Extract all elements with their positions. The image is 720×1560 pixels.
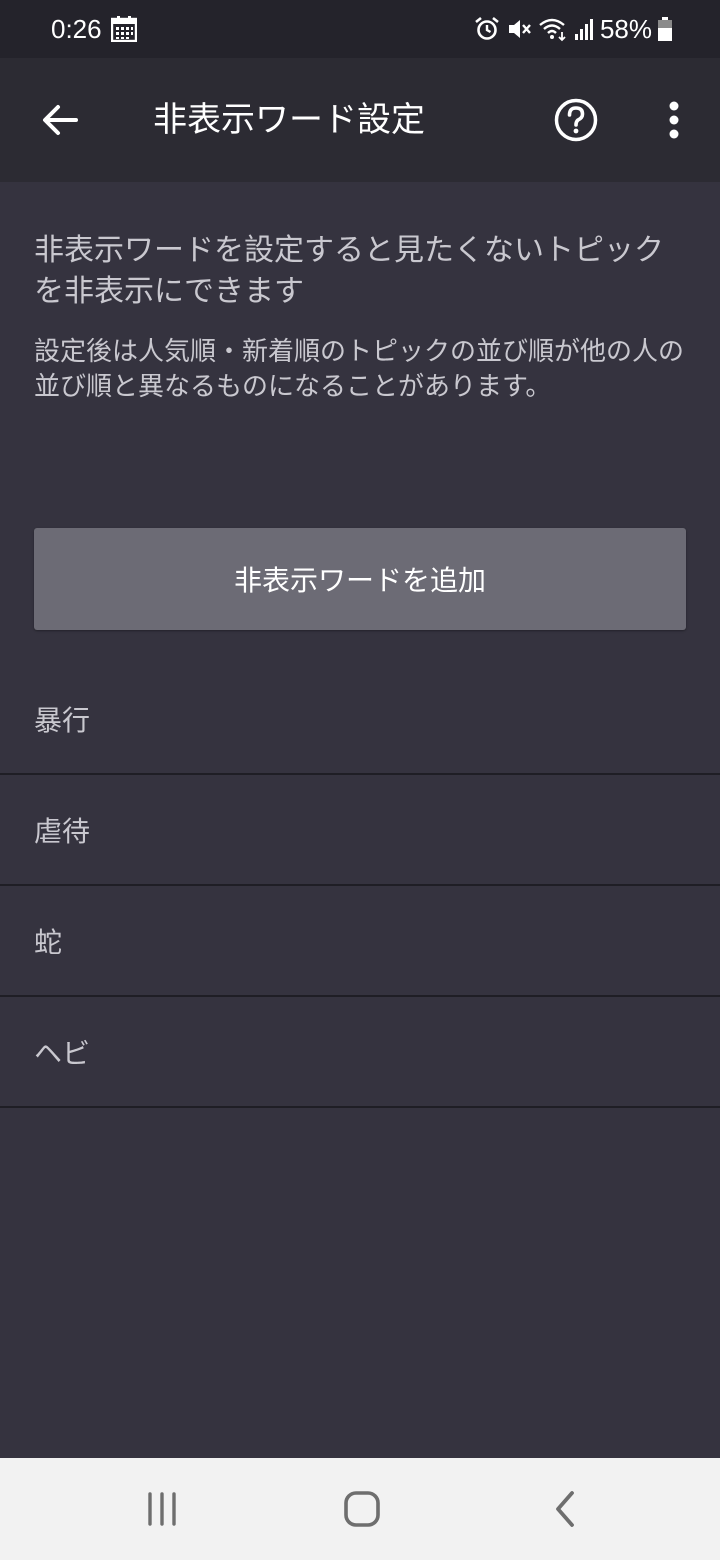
arrow-back-icon: [43, 105, 78, 135]
description-main: 非表示ワードを設定すると見たくないトピックを非表示にできます: [34, 233, 664, 309]
battery-icon: [658, 17, 672, 41]
signal-icon: [574, 16, 594, 42]
status-bar: 0:26 58%: [0, 0, 720, 58]
add-hidden-word-button[interactable]: 非表示ワードを追加: [34, 528, 686, 630]
hidden-word-item[interactable]: 虐待: [0, 775, 720, 886]
nav-back-button[interactable]: [534, 1479, 594, 1539]
status-time: 0:26: [51, 14, 102, 44]
status-indicators: 58%: [474, 14, 672, 44]
wifi-icon: [538, 16, 568, 42]
calendar-icon: [110, 16, 138, 43]
more-vert-icon: [669, 101, 679, 139]
recent-apps-button[interactable]: [132, 1479, 192, 1539]
help-circle-icon: [554, 98, 598, 142]
recent-apps-icon: [148, 1492, 176, 1526]
battery-percent: 58%: [599, 14, 652, 44]
app-bar: 非表示ワード設定: [0, 58, 720, 182]
help-button[interactable]: [546, 90, 606, 150]
hidden-word-item[interactable]: 蛇: [0, 886, 720, 997]
hidden-word-list: 暴行 虐待 蛇 ヘビ: [0, 664, 720, 1108]
description-note: 設定後は人気順・新着順のトピックの並び順が他の人の並び順と異なるものになることが…: [34, 337, 685, 402]
more-options-button[interactable]: [644, 90, 704, 150]
hidden-word-item[interactable]: ヘビ: [0, 997, 720, 1108]
alarm-icon: [474, 16, 500, 42]
home-button[interactable]: [332, 1479, 392, 1539]
page-title: 非表示ワード設定: [153, 100, 425, 140]
chevron-left-icon: [556, 1491, 574, 1527]
mute-icon: [506, 16, 532, 42]
hidden-word-item[interactable]: 暴行: [0, 664, 720, 775]
home-icon: [344, 1491, 380, 1527]
system-nav-bar: [0, 1458, 720, 1560]
back-button[interactable]: [30, 90, 90, 150]
